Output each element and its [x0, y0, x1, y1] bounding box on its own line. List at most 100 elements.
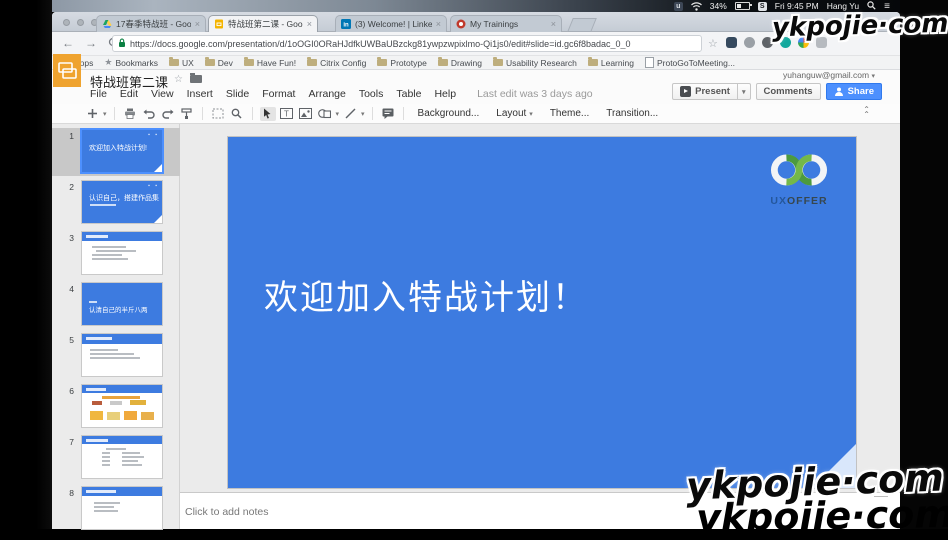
- menu-table[interactable]: Table: [396, 88, 421, 100]
- menu-arrange[interactable]: Arrange: [308, 88, 345, 100]
- window-controls[interactable]: [63, 19, 98, 26]
- slide-editor-canvas[interactable]: UXOFFER 欢迎加入特战计划！: [228, 137, 856, 488]
- s-status-icon[interactable]: S: [758, 2, 767, 11]
- line-dropdown[interactable]: ▾: [361, 110, 365, 118]
- slide-thumbnail-row-4[interactable]: 4 认清自己的半斤八两: [52, 283, 180, 333]
- slide-thumbnail-4[interactable]: 认清自己的半斤八两: [82, 283, 162, 325]
- menu-format[interactable]: Format: [262, 88, 295, 100]
- present-dropdown[interactable]: ▾: [738, 83, 751, 100]
- slide-thumbnail-row-7[interactable]: 7: [52, 436, 180, 486]
- app-status-icon[interactable]: u: [674, 2, 683, 11]
- menu-help[interactable]: Help: [434, 88, 456, 100]
- fold-corner: [154, 164, 162, 172]
- slide-thumbnail-row-6[interactable]: 6: [52, 385, 180, 435]
- undo-button[interactable]: [141, 107, 157, 121]
- https-lock-icon: [118, 35, 126, 53]
- minimize-window-button[interactable]: [77, 19, 84, 26]
- shape-tool[interactable]: [317, 107, 333, 121]
- menu-view[interactable]: View: [151, 88, 174, 100]
- print-button[interactable]: [122, 107, 138, 121]
- tab-google-slides-active[interactable]: 特战班第二课 - Google Slid ×: [208, 15, 318, 32]
- select-tool[interactable]: [260, 107, 276, 121]
- menu-tools[interactable]: Tools: [359, 88, 384, 100]
- insert-image-tool[interactable]: [298, 107, 314, 121]
- present-button[interactable]: Present: [672, 83, 738, 100]
- zoom-button[interactable]: [229, 107, 245, 121]
- menu-bar: File Edit View Insert Slide Format Arran…: [90, 88, 593, 100]
- slide-thumbnail-row-5[interactable]: 5: [52, 334, 180, 384]
- slide-thumbnail-7[interactable]: [82, 436, 162, 478]
- line-tool[interactable]: [342, 107, 358, 121]
- layout-button[interactable]: Layout▾: [489, 108, 540, 119]
- comments-button[interactable]: Comments: [756, 83, 821, 100]
- google-slides-logo[interactable]: [53, 54, 81, 87]
- bookmark-folder-ux[interactable]: UX: [169, 58, 194, 68]
- menubar-clock[interactable]: Fri 9:45 PM: [775, 1, 819, 11]
- url-text: https://docs.google.com/presentation/d/1…: [130, 39, 631, 49]
- move-to-folder-icon[interactable]: [190, 75, 202, 83]
- bookmark-folder-prototype[interactable]: Prototype: [377, 58, 426, 68]
- bookmark-folder-have-fun[interactable]: Have Fun!: [244, 58, 296, 68]
- bookmark-protogotomeeting[interactable]: ProtoGoToMeeting...: [645, 57, 735, 68]
- slide-thumbnail-3[interactable]: [82, 232, 162, 274]
- extension-icon[interactable]: [726, 37, 737, 48]
- background-button[interactable]: Background...: [411, 108, 487, 119]
- account-email[interactable]: yuhanguw@gmail.com ▾: [783, 70, 875, 80]
- tab-close-icon[interactable]: ×: [307, 20, 312, 29]
- slide-thumbnail-5[interactable]: [82, 334, 162, 376]
- slide-thumbnail-2[interactable]: ▪ ▪ 认识自己，搭建作品集: [82, 181, 162, 223]
- slide-thumbnail-row-8[interactable]: 8: [52, 487, 180, 537]
- shape-dropdown[interactable]: ▾: [336, 110, 340, 118]
- redo-button[interactable]: [160, 107, 176, 121]
- slide-thumbnail-row-2[interactable]: 2 ▪ ▪ 认识自己，搭建作品集: [52, 181, 180, 231]
- wifi-icon[interactable]: [691, 2, 702, 11]
- bookmark-folder-citrix-config[interactable]: Citrix Config: [307, 58, 366, 68]
- tab-my-trainings[interactable]: My Trainings ×: [450, 15, 562, 32]
- url-omnibox[interactable]: https://docs.google.com/presentation/d/1…: [112, 35, 702, 52]
- extension-icon[interactable]: [744, 37, 755, 48]
- slide-thumbnail-row-3[interactable]: 3: [52, 232, 180, 282]
- forward-button[interactable]: →: [85, 37, 97, 49]
- uxoffer-logo: UXOFFER: [767, 152, 831, 207]
- new-slide-dropdown[interactable]: ▾: [103, 110, 107, 118]
- slide-thumbnail-6[interactable]: [82, 385, 162, 427]
- tab-linkedin[interactable]: in (3) Welcome! | LinkedIn ×: [335, 15, 447, 32]
- textbox-tool[interactable]: T: [279, 107, 295, 121]
- menu-file[interactable]: File: [90, 88, 107, 100]
- edit-toolbar: ▾ T ▾ ▾ Background... Layout▾ Theme... T…: [52, 104, 900, 124]
- bookmark-star-icon[interactable]: ☆: [708, 37, 718, 50]
- bookmark-folder-learning[interactable]: Learning: [588, 58, 634, 68]
- paint-format-button[interactable]: [179, 107, 195, 121]
- folder-icon: [169, 59, 179, 66]
- last-edit-status[interactable]: Last edit was 3 days ago: [477, 88, 593, 100]
- back-button[interactable]: ←: [62, 37, 74, 49]
- tab-close-icon[interactable]: ×: [436, 20, 441, 29]
- collapse-toolbar-button[interactable]: ⌃⌃: [863, 107, 870, 117]
- menu-insert[interactable]: Insert: [187, 88, 213, 100]
- thumb-header-bar: [82, 436, 162, 444]
- slide-thumbnail-8[interactable]: [82, 487, 162, 529]
- slide-thumbnail-row-1[interactable]: 1 ▪ ▪ 欢迎加入特战计划!: [52, 130, 180, 180]
- theme-button[interactable]: Theme...: [543, 108, 596, 119]
- bookmark-folder-drawing[interactable]: Drawing: [438, 58, 482, 68]
- bookmark-folder-usability-research[interactable]: Usability Research: [493, 58, 577, 68]
- menubar-username[interactable]: Hang Yu: [827, 1, 859, 11]
- insert-comment-button[interactable]: [380, 107, 396, 121]
- transition-button[interactable]: Transition...: [599, 108, 665, 119]
- bookmark-manager[interactable]: ★Bookmarks: [104, 57, 158, 68]
- menu-slide[interactable]: Slide: [226, 88, 249, 100]
- share-button[interactable]: Share: [826, 83, 882, 100]
- new-slide-button[interactable]: [84, 107, 100, 121]
- speaker-notes-input[interactable]: Click to add notes: [185, 506, 268, 518]
- slide-headline-textbox[interactable]: 欢迎加入特战计划！: [264, 270, 588, 319]
- bookmark-folder-dev[interactable]: Dev: [205, 58, 233, 68]
- tab-google-drive[interactable]: 17春季特战班 - Google Dri ×: [96, 15, 206, 32]
- zoom-fit-button[interactable]: [210, 107, 226, 121]
- close-window-button[interactable]: [63, 19, 70, 26]
- tab-close-icon[interactable]: ×: [195, 20, 200, 29]
- tab-close-icon[interactable]: ×: [551, 20, 556, 29]
- new-tab-button[interactable]: [567, 18, 597, 32]
- slide-thumbnail-1[interactable]: ▪ ▪ 欢迎加入特战计划!: [82, 130, 162, 172]
- menu-edit[interactable]: Edit: [120, 88, 138, 100]
- star-document-icon[interactable]: ☆: [174, 74, 183, 85]
